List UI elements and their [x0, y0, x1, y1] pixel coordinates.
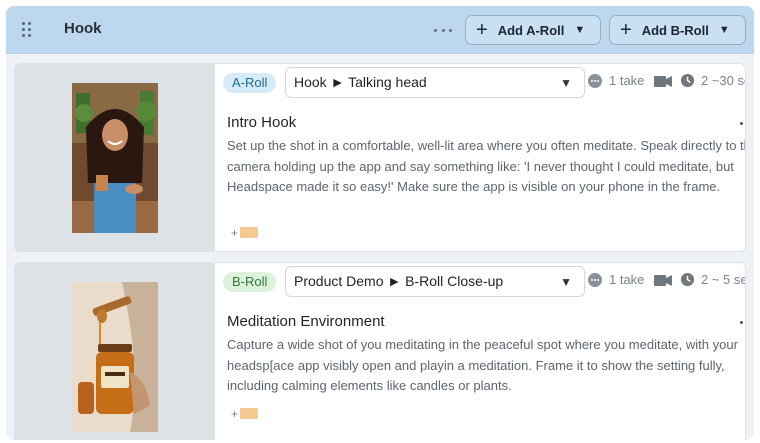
timer-icon — [680, 73, 695, 88]
shot-type-value: Hook ► Talking head — [294, 74, 427, 90]
section-header: Hook + Add A-Roll ▼ + Add B-Roll ▼ — [6, 6, 754, 54]
more-options-icon[interactable] — [431, 20, 455, 40]
woman-thumbnail-image[interactable] — [72, 83, 158, 233]
video-camera-icon — [654, 76, 672, 87]
shot-type-select[interactable]: Hook ► Talking head ▼ — [285, 67, 585, 98]
card-menu-icon[interactable] — [740, 122, 743, 125]
shot-details: A-Roll Hook ► Talking head ▼ 1 take 2 ~3… — [215, 64, 745, 251]
roll-type-badge: A-Roll — [223, 73, 277, 93]
roll-type-badge: B-Roll — [223, 272, 277, 292]
video-camera-icon — [654, 275, 672, 286]
shot-meta: 1 take 2 ~30 sec — [587, 73, 745, 93]
chevron-down-icon: ▼ — [574, 24, 586, 36]
duration-value: 2 ~30 sec — [701, 73, 745, 88]
takes-count: 1 take — [609, 73, 645, 88]
drag-handle-icon[interactable] — [22, 22, 34, 38]
add-tag-label: + — [231, 226, 239, 240]
add-b-roll-button[interactable]: + Add B-Roll ▼ — [609, 15, 746, 45]
add-a-roll-button[interactable]: + Add A-Roll ▼ — [465, 15, 601, 45]
add-a-roll-label: Add A-Roll — [497, 22, 565, 38]
shot-description[interactable]: Capture a wide shot of you meditating in… — [227, 335, 745, 397]
add-tag-label: + — [231, 407, 239, 421]
shot-meta: 1 take 2 ~ 5 sec — [587, 272, 745, 292]
thumbnail-panel — [15, 263, 215, 440]
takes-count: 1 take — [609, 272, 645, 287]
comment-icon — [588, 273, 602, 287]
plus-icon: + — [620, 19, 632, 41]
shot-description[interactable]: Set up the shot in a comfortable, well-l… — [227, 136, 745, 198]
card-menu-icon[interactable] — [740, 321, 743, 324]
section-title: Hook — [64, 20, 102, 37]
tag-icon — [240, 227, 259, 238]
shot-type-value: Product Demo ► B-Roll Close-up — [294, 273, 504, 289]
shot-card: B-Roll Product Demo ► B-Roll Close-up ▼ … — [14, 262, 746, 440]
thumbnail-panel — [15, 64, 215, 251]
shot-title[interactable]: Intro Hook — [227, 114, 296, 131]
tag-icon — [240, 408, 259, 419]
timer-icon — [680, 272, 695, 287]
chevron-down-icon: ▼ — [560, 275, 572, 289]
shot-type-select[interactable]: Product Demo ► B-Roll Close-up ▼ — [285, 266, 585, 297]
shot-title[interactable]: Meditation Environment — [227, 313, 385, 330]
duration-value: 2 ~ 5 sec — [701, 272, 745, 287]
chevron-down-icon: ▼ — [560, 76, 572, 90]
add-b-roll-label: Add B-Roll — [641, 22, 709, 38]
add-tag-button[interactable]: + — [231, 226, 259, 240]
comment-icon — [588, 74, 602, 88]
chevron-down-icon: ▼ — [718, 24, 730, 36]
honey-jar-thumbnail-image[interactable] — [72, 282, 158, 432]
shot-card: A-Roll Hook ► Talking head ▼ 1 take 2 ~3… — [14, 63, 746, 252]
plus-icon: + — [476, 19, 488, 41]
shot-section: Hook + Add A-Roll ▼ + Add B-Roll ▼ A-Rol… — [6, 6, 754, 440]
shot-details: B-Roll Product Demo ► B-Roll Close-up ▼ … — [215, 263, 745, 440]
add-tag-button[interactable]: + — [231, 407, 259, 421]
